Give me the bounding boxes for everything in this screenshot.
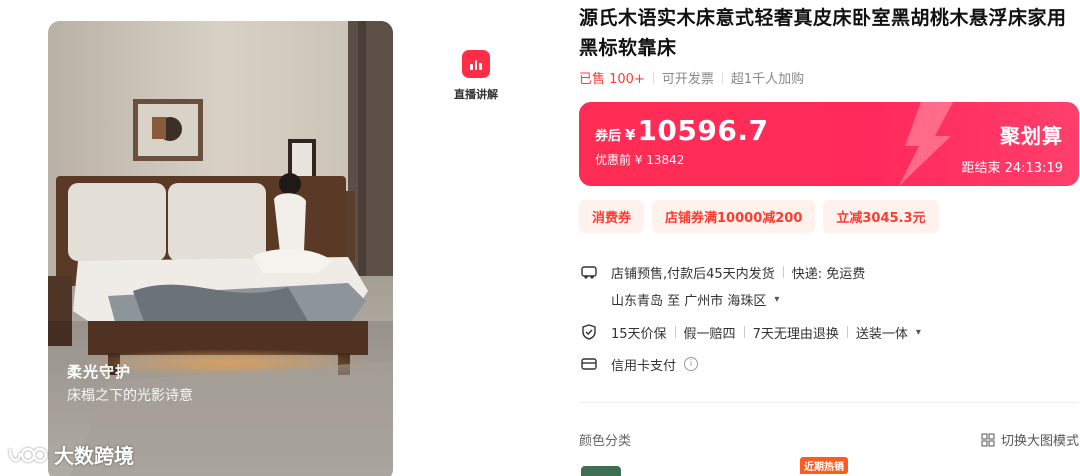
guarantee-fake-compensation: 假一赔四 <box>683 326 736 342</box>
guarantee-row[interactable]: 15天价保 假一赔四 7天无理由退换 送装一体 ▾ <box>579 322 921 342</box>
chevron-down-icon: ▾ <box>915 326 921 338</box>
coupon-list: 消费券 店铺券满10000减200 立减3045.3元 <box>579 200 939 233</box>
guarantee-price-protect: 15天价保 <box>611 326 667 342</box>
live-bars-icon <box>462 50 490 78</box>
info-icon[interactable]: i <box>684 357 699 371</box>
price-tag: 券后 <box>595 129 622 144</box>
invoice-info: 可开发票 <box>661 72 714 87</box>
divider <box>721 71 723 84</box>
cart-count: 超1千人加购 <box>730 72 805 87</box>
divider <box>782 266 784 278</box>
coupon-instant-discount[interactable]: 立减3045.3元 <box>823 200 939 233</box>
sales-info: 已售 100+ 可开发票 超1千人加购 <box>579 68 804 87</box>
divider <box>652 71 654 84</box>
hot-sale-badge: 近期热销 <box>800 457 848 474</box>
price-amount: 10596.7 <box>637 114 769 147</box>
campaign-name: 聚划算 <box>1000 124 1063 148</box>
watermark-logo-icon <box>8 447 48 462</box>
currency-symbol: ¥ <box>625 126 636 144</box>
delivery-icon <box>579 262 599 282</box>
guarantee-return: 7天无理由退换 <box>752 326 839 342</box>
switch-view-label: 切换大图模式 <box>1000 434 1079 449</box>
image-caption: 柔光守护 床榻之下的光影诗意 <box>67 361 193 405</box>
section-divider <box>579 402 1079 403</box>
divider <box>743 326 745 338</box>
price-banner: 券后 ¥ 10596.7 优惠前 ¥ 13842 聚划算 距结束 24:13:1… <box>579 102 1079 186</box>
guarantee-installation: 送装一体 <box>855 326 908 342</box>
sold-count: 已售 100+ <box>579 72 645 87</box>
switch-view-button[interactable]: 切换大图模式 <box>981 430 1079 449</box>
countdown-timer: 距结束 24:13:19 <box>961 161 1063 176</box>
bedroom-scene-image <box>48 21 393 476</box>
shield-icon <box>579 322 599 342</box>
shipping-row[interactable]: 店铺预售,付款后45天内发货 快递: 免运费 <box>579 262 865 282</box>
presale-info: 店铺预售,付款后45天内发货 <box>611 266 775 282</box>
watermark: 大数跨境 <box>6 440 134 469</box>
lightning-bolt-icon <box>899 102 953 186</box>
coupon-consumer[interactable]: 消费券 <box>579 200 645 233</box>
variant-label: 颜色分类 <box>579 434 632 449</box>
coupon-store[interactable]: 店铺券满10000减200 <box>652 200 816 233</box>
product-title: 源氏木语实木床意式轻奢真皮床卧室黑胡桃木悬浮床家用黑标软靠床 <box>579 7 1067 59</box>
image-caption-subtitle: 床榻之下的光影诗意 <box>67 388 193 404</box>
variant-header: 颜色分类 切换大图模式 <box>579 430 1079 449</box>
live-explain-label: 直播讲解 <box>454 88 498 101</box>
live-explain-button[interactable]: 直播讲解 <box>446 50 506 102</box>
payment-label: 信用卡支付 <box>611 358 677 374</box>
route-text: 山东青岛 至 广州市 海珠区 <box>611 294 767 309</box>
shipping-route[interactable]: 山东青岛 至 广州市 海珠区 ▾ <box>611 290 779 309</box>
divider <box>846 326 848 338</box>
grid-icon <box>981 433 995 446</box>
watermark-text: 大数跨境 <box>54 444 134 468</box>
variant-thumbnail[interactable] <box>581 466 621 476</box>
divider <box>674 326 676 338</box>
credit-card-icon <box>579 354 599 374</box>
chevron-down-icon: ▾ <box>774 294 780 305</box>
express-info: 快递: 免运费 <box>791 266 866 282</box>
product-image[interactable]: 柔光守护 床榻之下的光影诗意 <box>48 21 393 476</box>
payment-row[interactable]: 信用卡支付 i <box>579 354 699 374</box>
image-caption-title: 柔光守护 <box>67 363 132 381</box>
original-price: 优惠前 ¥ 13842 <box>595 153 685 167</box>
